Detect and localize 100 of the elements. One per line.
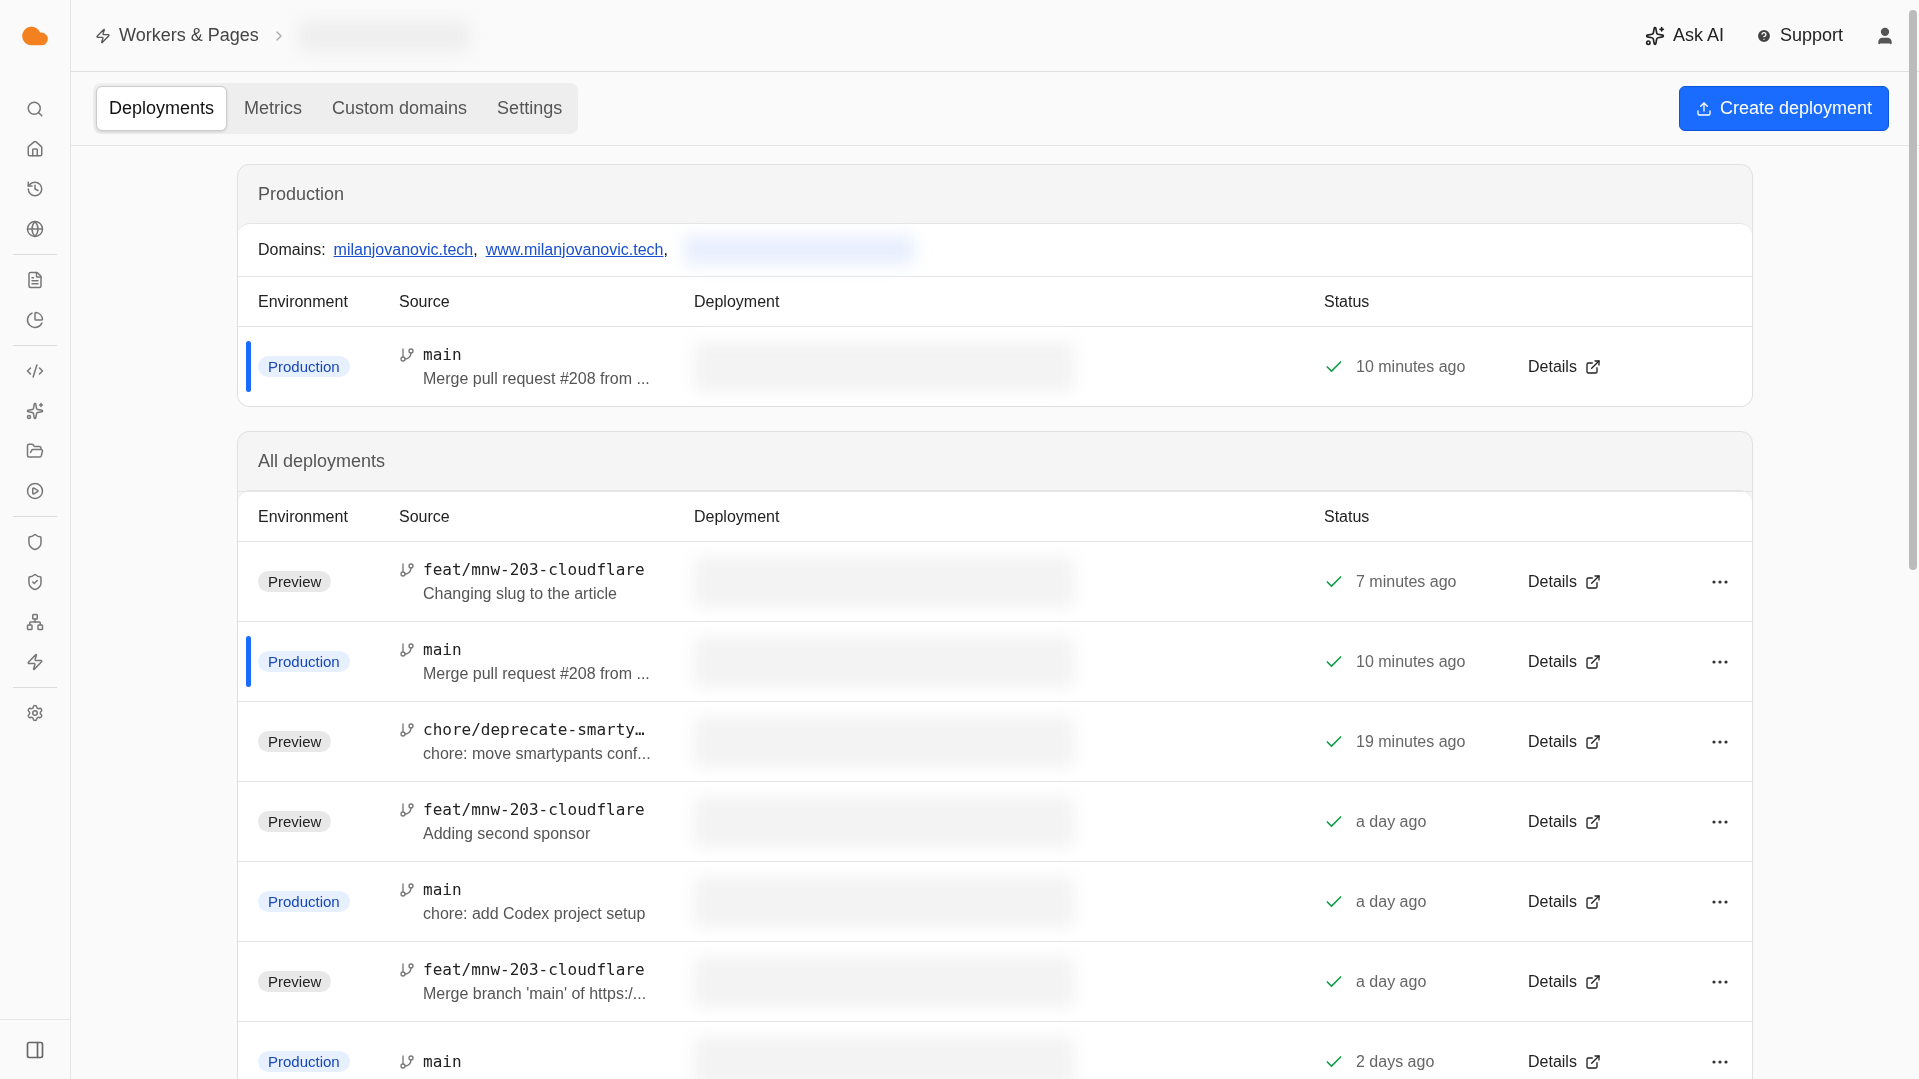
card-title: All deployments <box>258 449 386 473</box>
branch-name: chore/deprecate-smarty… <box>423 718 646 741</box>
ellipsis-icon <box>1712 1059 1728 1064</box>
document-icon[interactable] <box>26 271 44 289</box>
commit-message: chore: add Codex project setup <box>423 903 646 924</box>
ellipsis-icon <box>1712 979 1728 984</box>
tab[interactable]: Metrics <box>231 86 316 131</box>
environment-badge: Preview <box>258 570 332 592</box>
commit-message: Merge pull request #208 from ... <box>423 663 650 684</box>
panel-toggle-icon[interactable] <box>25 1039 45 1060</box>
details-link[interactable]: Details <box>1528 569 1601 594</box>
external-link-icon <box>1584 573 1601 590</box>
shield-check-icon[interactable] <box>26 573 44 591</box>
column-header: Status <box>1324 292 1370 310</box>
branch-name: feat/mnw-203-cloudflare <box>423 558 645 581</box>
branch-name: main <box>423 638 463 661</box>
deployment-time: 10 minutes ago <box>1356 356 1466 377</box>
branch-icon <box>399 881 415 898</box>
sparkle-icon <box>1644 25 1665 46</box>
branch-name: main <box>423 1050 462 1073</box>
deployment-time: 7 minutes ago <box>1356 571 1457 592</box>
ellipsis-icon <box>1712 579 1728 584</box>
deployment-time: 10 minutes ago <box>1356 651 1466 672</box>
upload-icon <box>1695 100 1712 117</box>
branch-icon <box>399 1053 415 1070</box>
pie-chart-icon[interactable] <box>26 311 44 329</box>
branch-name: feat/mnw-203-cloudflare <box>423 958 646 981</box>
network-icon[interactable] <box>26 613 44 631</box>
external-link-icon <box>1584 1053 1601 1070</box>
domain-link[interactable]: www.milanjovanovic.tech <box>485 238 664 262</box>
search-icon[interactable] <box>26 100 44 118</box>
external-link-icon <box>1584 733 1601 750</box>
commit-message: Changing slug to the article <box>423 583 618 604</box>
branch-name: main <box>423 343 463 366</box>
column-header: Environment <box>258 292 348 310</box>
external-link-icon <box>1584 893 1601 910</box>
deployment-time: a day ago <box>1356 811 1427 832</box>
environment-badge: Preview <box>258 810 332 832</box>
environment-badge: Production <box>258 890 350 912</box>
branch-icon <box>399 961 415 978</box>
environment-badge: Production <box>258 1050 350 1072</box>
tab[interactable]: Deployments <box>96 86 228 131</box>
ellipsis-icon <box>1712 819 1728 824</box>
branch-icon <box>399 721 415 738</box>
column-header: Deployment <box>694 507 780 525</box>
external-link-icon <box>1584 653 1601 670</box>
user-icon[interactable] <box>1875 25 1895 46</box>
ellipsis-icon <box>1712 739 1728 744</box>
branch-name: main <box>423 878 463 901</box>
external-link-icon <box>1584 973 1601 990</box>
commit-message: Merge pull request #208 from ... <box>423 368 650 389</box>
environment-badge: Production <box>258 650 350 672</box>
branch-name: feat/mnw-203-cloudflare <box>423 798 645 821</box>
details-link[interactable]: Details <box>1528 969 1601 994</box>
breadcrumb-link[interactable]: Workers & Pages <box>119 22 259 49</box>
deployment-time: 19 minutes ago <box>1356 731 1466 752</box>
branch-icon <box>399 346 415 363</box>
branch-icon <box>399 801 415 818</box>
deployment-time: 2 days ago <box>1356 1051 1435 1072</box>
details-link[interactable]: Details <box>1528 729 1601 754</box>
history-icon[interactable] <box>26 180 44 198</box>
tab[interactable]: Settings <box>484 86 576 131</box>
play-icon[interactable] <box>26 482 44 500</box>
external-link-icon <box>1584 358 1601 375</box>
details-link[interactable]: Details <box>1528 1049 1601 1074</box>
sparkle-icon[interactable] <box>26 402 44 420</box>
scrollbar[interactable] <box>1909 10 1917 570</box>
column-header: Environment <box>258 507 348 525</box>
shield-icon[interactable] <box>26 533 44 551</box>
ask-ai-button[interactable]: Ask AI <box>1644 22 1724 49</box>
details-link[interactable]: Details <box>1528 649 1601 674</box>
support-button[interactable]: Support <box>1755 22 1843 49</box>
globe-icon[interactable] <box>26 220 44 238</box>
external-link-icon <box>1584 813 1601 830</box>
column-header: Deployment <box>694 292 780 310</box>
deployment-time: a day ago <box>1356 891 1427 912</box>
environment-badge: Preview <box>258 730 332 752</box>
column-header: Status <box>1324 507 1370 525</box>
details-link[interactable]: Details <box>1528 354 1601 379</box>
help-icon <box>1755 27 1772 44</box>
commit-message: Adding second sponsor <box>423 823 592 844</box>
branch-icon <box>399 641 415 658</box>
deployment-time: a day ago <box>1356 971 1427 992</box>
folder-icon[interactable] <box>26 442 44 460</box>
code-icon[interactable] <box>26 362 44 380</box>
create-deployment-button[interactable]: Create deployment <box>1678 86 1889 131</box>
settings-icon[interactable] <box>26 704 44 722</box>
domain-link[interactable]: milanjovanovic.tech <box>333 238 474 262</box>
column-header: Source <box>399 292 450 310</box>
ellipsis-icon <box>1712 899 1728 904</box>
column-header: Source <box>399 507 450 525</box>
commit-message: Merge branch 'main' of https:/... <box>423 983 647 1004</box>
details-link[interactable]: Details <box>1528 809 1601 834</box>
environment-badge: Preview <box>258 970 332 992</box>
tab[interactable]: Custom domains <box>319 86 481 131</box>
details-link[interactable]: Details <box>1528 889 1601 914</box>
home-icon[interactable] <box>26 140 44 158</box>
commit-message: chore: move smartypants conf... <box>423 743 651 764</box>
lightning-icon[interactable] <box>26 653 44 671</box>
domains-label: Domains: <box>258 240 326 260</box>
